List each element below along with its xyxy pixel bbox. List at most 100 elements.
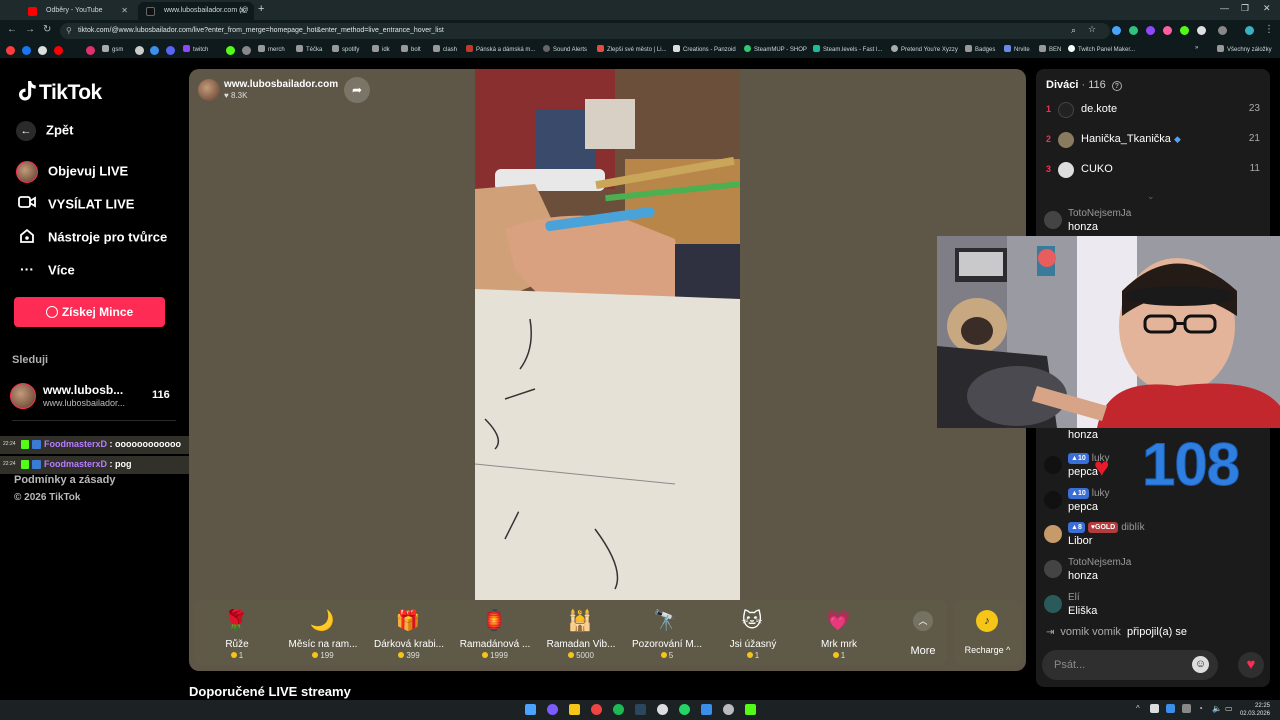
bookmark-folder-tecka[interactable]: Téčka	[296, 45, 322, 53]
forward-arrow-icon[interactable]: →	[25, 24, 35, 35]
extensions-puzzle-icon[interactable]	[1218, 26, 1227, 35]
close-icon[interactable]: ✕	[239, 6, 246, 15]
gift-item[interactable]: 🌙 Měsíc na ram... 199	[280, 600, 366, 665]
gift-item[interactable]: 🌹 Růže 1	[194, 600, 280, 665]
battery-icon[interactable]: ▭	[1225, 704, 1233, 713]
expand-chevron-icon[interactable]: ⌄	[1147, 191, 1155, 202]
tiktok-logo[interactable]: TikTok	[18, 80, 102, 105]
new-tab-button[interactable]: +	[258, 3, 264, 15]
close-icon[interactable]: ✕	[121, 6, 128, 15]
gift-item[interactable]: 💗 Mrk mrk 1	[796, 600, 882, 665]
volume-icon[interactable]: 🔈	[1212, 704, 1222, 713]
nav-go-live[interactable]: VYSÍLAT LIVE	[16, 195, 134, 215]
bookmark-item[interactable]: Nrvite	[1004, 45, 1030, 53]
bookmark-item[interactable]: Badges	[965, 45, 995, 53]
zoom-icon[interactable]: ⌕	[1071, 25, 1076, 36]
nav-more[interactable]: ··· Více	[16, 261, 75, 281]
extension-icon[interactable]	[1163, 26, 1172, 35]
like-heart-button[interactable]: ♥	[1238, 652, 1264, 678]
viewer-row[interactable]: 3 CUKO 11	[1036, 160, 1270, 180]
bookmark-icon[interactable]	[150, 46, 159, 55]
app-icon[interactable]	[547, 704, 558, 715]
bookmark-icon[interactable]	[38, 46, 47, 55]
bookmark-item[interactable]: Sound Alerts	[543, 45, 587, 53]
extension-icon[interactable]	[1112, 26, 1121, 35]
bookmark-item[interactable]: Twitch Panel Maker...	[1068, 45, 1135, 53]
kick-icon[interactable]	[745, 704, 756, 715]
bookmark-folder-spotify[interactable]: spotify	[332, 45, 359, 53]
start-icon[interactable]	[525, 704, 536, 715]
live-video[interactable]	[475, 69, 740, 600]
site-info-icon[interactable]: ⚲	[66, 26, 72, 35]
bookmark-item[interactable]: Zlepši své město | Li...	[597, 45, 667, 53]
extension-icon[interactable]	[1129, 26, 1138, 35]
network-icon[interactable]: ◔	[1198, 704, 1203, 713]
bookmark-item[interactable]: Pretend You're Xyzzy	[891, 45, 958, 53]
steam-icon[interactable]	[635, 704, 646, 715]
bookmark-icon[interactable]	[54, 46, 63, 55]
spotify-icon[interactable]	[613, 704, 624, 715]
app-icon[interactable]	[657, 704, 668, 715]
close-window-icon[interactable]: ✕	[1263, 3, 1271, 14]
chat-username[interactable]: ▲8 ♥GOLD diblík	[1068, 522, 1145, 533]
chat-username[interactable]: ▲10 luky	[1068, 488, 1110, 499]
bookmark-item[interactable]: Steam.levels - Fast l...	[813, 45, 882, 53]
maximize-icon[interactable]: ❐	[1241, 3, 1249, 14]
bookmark-item[interactable]: SteamMUP - SHOP	[744, 45, 807, 53]
bookmark-icon[interactable]	[135, 46, 144, 55]
back-button[interactable]: ← Zpět	[16, 121, 73, 141]
following-item[interactable]: www.lubosb... www.lubosbailador... 116	[10, 381, 178, 411]
reload-icon[interactable]: ↻	[43, 24, 51, 35]
viewer-row[interactable]: 2 Hanička_Tkanička ◆ 21	[1036, 130, 1270, 150]
folder-icon[interactable]	[569, 704, 580, 715]
bookmark-folder-merch[interactable]: merch	[258, 45, 285, 53]
nav-explore-live[interactable]: Objevuj LIVE	[16, 161, 128, 183]
url-input[interactable]: ⚲ tiktok.com/@www.lubosbailador.com/live…	[60, 23, 1110, 39]
system-clock[interactable]: 22:25 02.03.2026	[1240, 702, 1270, 718]
bookmarks-overflow-icon[interactable]: »	[1195, 45, 1198, 51]
bookmark-icon[interactable]	[6, 46, 15, 55]
bookmark-icon[interactable]	[166, 46, 175, 55]
menu-dots-icon[interactable]: ⋮	[1264, 24, 1274, 35]
extension-icon[interactable]	[1180, 26, 1189, 35]
share-button[interactable]: ➦	[344, 77, 370, 103]
bookmark-icon[interactable]	[226, 46, 235, 55]
host-info[interactable]: www.lubosbailador.com ♥ 8.3K	[196, 77, 338, 103]
tray-icon[interactable]	[1150, 704, 1159, 713]
tab-tiktok[interactable]: www.lubosbailador.com (@ ✕	[138, 2, 254, 20]
bookmark-folder-bolt[interactable]: bolt	[401, 45, 421, 53]
bookmark-item[interactable]: Creations - Panzoid	[673, 45, 736, 53]
get-coins-button[interactable]: Získej Mince	[14, 297, 165, 327]
whatsapp-icon[interactable]	[679, 704, 690, 715]
emoji-icon[interactable]: ☺	[1192, 656, 1209, 673]
bookmark-icon[interactable]	[242, 46, 251, 55]
tray-icon[interactable]	[1166, 704, 1175, 713]
join-user[interactable]: vomik vomik	[1060, 626, 1121, 638]
extension-icon[interactable]	[1146, 26, 1155, 35]
star-icon[interactable]: ☆	[1088, 24, 1096, 35]
chat-username[interactable]: TotoNejsemJa	[1068, 557, 1131, 568]
profile-avatar[interactable]	[1245, 26, 1254, 35]
bookmark-gsm[interactable]: gsm	[102, 45, 123, 53]
info-icon[interactable]: ?	[1111, 81, 1122, 91]
gift-item[interactable]: 🔭 Pozorování M... 5	[624, 600, 710, 665]
recharge-button[interactable]: ♪ Recharge ^	[954, 600, 1021, 665]
gift-item[interactable]: 🏮 Ramadánová ... 1999	[452, 600, 538, 665]
gift-item[interactable]: 🕌 Ramadan Vib... 5000	[538, 600, 624, 665]
app-icon[interactable]	[701, 704, 712, 715]
bookmark-item[interactable]: BEN	[1039, 45, 1061, 53]
back-arrow-icon[interactable]: ←	[7, 24, 17, 35]
bookmark-icon[interactable]	[86, 46, 95, 55]
all-bookmarks[interactable]: Všechny záložky	[1217, 45, 1272, 53]
bookmark-folder-idk[interactable]: idk	[372, 45, 390, 53]
bookmark-folder-clash[interactable]: clash	[433, 45, 457, 53]
chat-input[interactable]: Psát... ☺	[1042, 650, 1218, 680]
tray-chevron-icon[interactable]: ^	[1136, 704, 1140, 713]
more-gifts-button[interactable]: ︿ More	[906, 600, 954, 665]
app-icon[interactable]	[723, 704, 734, 715]
tab-youtube[interactable]: Odběry - YouTube ✕	[20, 2, 136, 20]
chat-username[interactable]: Elí	[1068, 592, 1080, 603]
live-stream-stage[interactable]: www.lubosbailador.com ♥ 8.3K ➦ 🌹 Růže 1 …	[189, 69, 1026, 671]
terms-link[interactable]: Podmínky a zásady	[14, 474, 116, 486]
bookmark-item[interactable]: Pánská a dámská m...	[466, 45, 535, 53]
